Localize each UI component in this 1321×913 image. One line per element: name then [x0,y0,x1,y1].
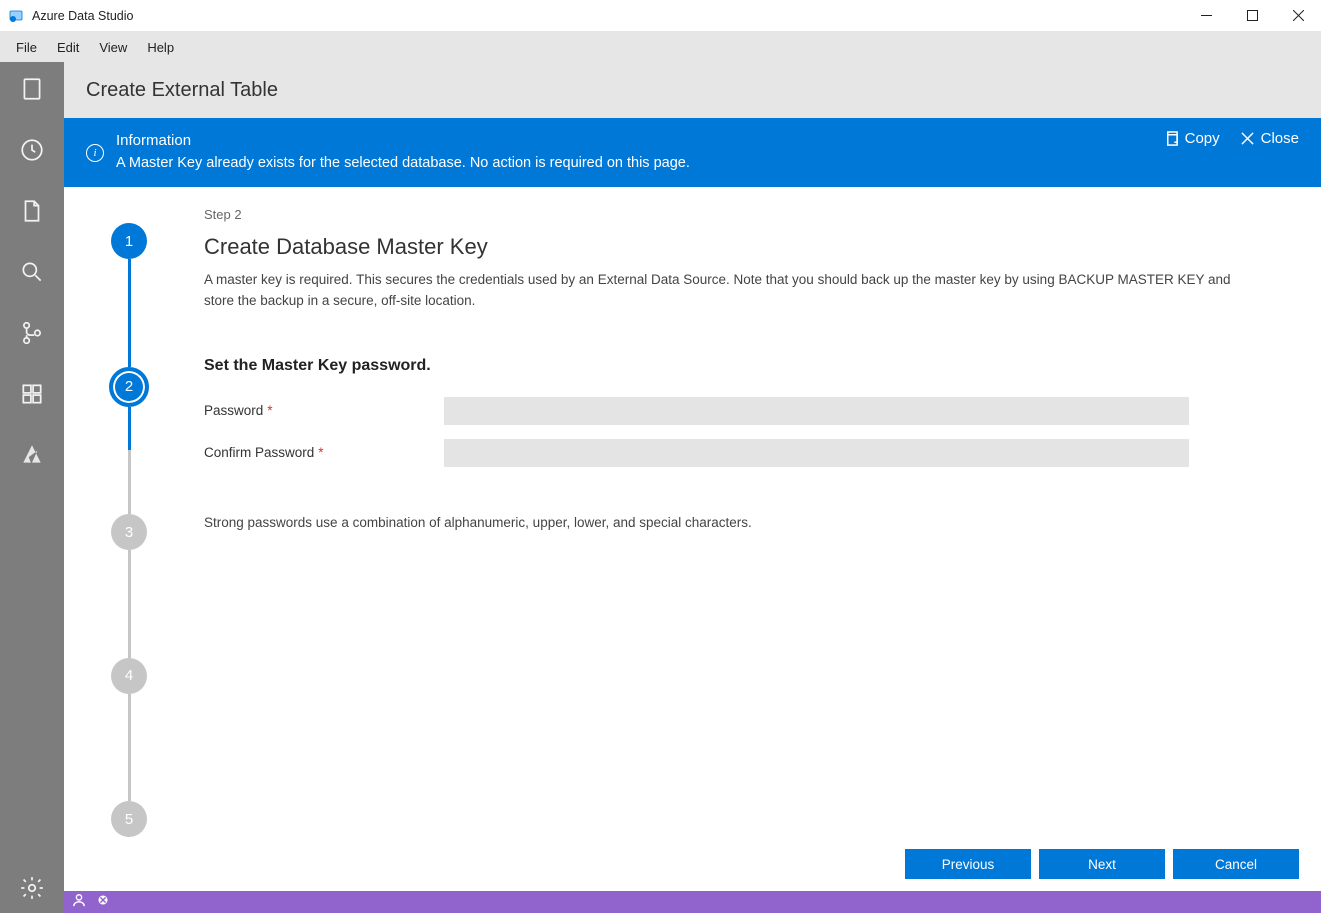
azure-icon[interactable] [19,442,45,473]
step-2[interactable]: 2 [109,367,149,407]
app-icon [8,8,24,24]
history-icon[interactable] [19,137,45,168]
wizard-footer: Previous Next Cancel [64,837,1321,891]
section-title: Set the Master Key password. [204,357,1291,375]
info-banner: i Information A Master Key already exist… [64,118,1321,187]
confirm-password-label: Confirm Password* [204,445,444,460]
titlebar: Azure Data Studio [0,0,1321,32]
extensions-icon[interactable] [19,381,45,412]
activity-bar [0,62,64,913]
step-3[interactable]: 3 [111,514,147,550]
banner-title: Information [116,132,1299,149]
menu-view[interactable]: View [89,36,137,59]
banner-message: A Master Key already exists for the sele… [116,155,1299,171]
search-icon[interactable] [19,259,45,290]
step-1[interactable]: 1 [111,223,147,259]
confirm-password-input[interactable] [444,439,1189,467]
file-icon[interactable] [19,198,45,229]
step-indicator: 1 2 3 4 5 [64,207,194,837]
info-icon: i [86,144,104,162]
maximize-button[interactable] [1229,0,1275,32]
minimize-button[interactable] [1183,0,1229,32]
source-control-icon[interactable] [19,320,45,351]
step-label: Step 2 [204,207,1291,222]
wizard-form: Step 2 Create Database Master Key A mast… [194,207,1321,837]
step-5[interactable]: 5 [111,801,147,837]
menu-file[interactable]: File [6,36,47,59]
step-4[interactable]: 4 [111,658,147,694]
app-title: Azure Data Studio [32,9,1183,23]
cancel-button[interactable]: Cancel [1173,849,1299,879]
step-description: A master key is required. This secures t… [204,270,1264,312]
settings-icon[interactable] [0,875,64,913]
banner-close-label: Close [1261,130,1299,147]
accounts-icon[interactable] [72,893,86,912]
password-label: Password* [204,403,444,418]
status-bar [64,891,1321,913]
page-title: Create External Table [86,79,278,102]
banner-close-button[interactable]: Close [1240,130,1299,147]
servers-icon[interactable] [19,76,45,107]
window-controls [1183,0,1321,32]
menu-help[interactable]: Help [137,36,184,59]
status-error-icon[interactable] [96,893,110,912]
banner-copy-label: Copy [1185,130,1220,147]
password-input[interactable] [444,397,1189,425]
banner-copy-button[interactable]: Copy [1164,130,1220,147]
password-hint: Strong passwords use a combination of al… [204,515,1291,530]
close-window-button[interactable] [1275,0,1321,32]
next-button[interactable]: Next [1039,849,1165,879]
step-title: Create Database Master Key [204,234,1291,260]
menubar: File Edit View Help [0,32,1321,62]
menu-edit[interactable]: Edit [47,36,89,59]
previous-button[interactable]: Previous [905,849,1031,879]
page-header: Create External Table [64,62,1321,118]
